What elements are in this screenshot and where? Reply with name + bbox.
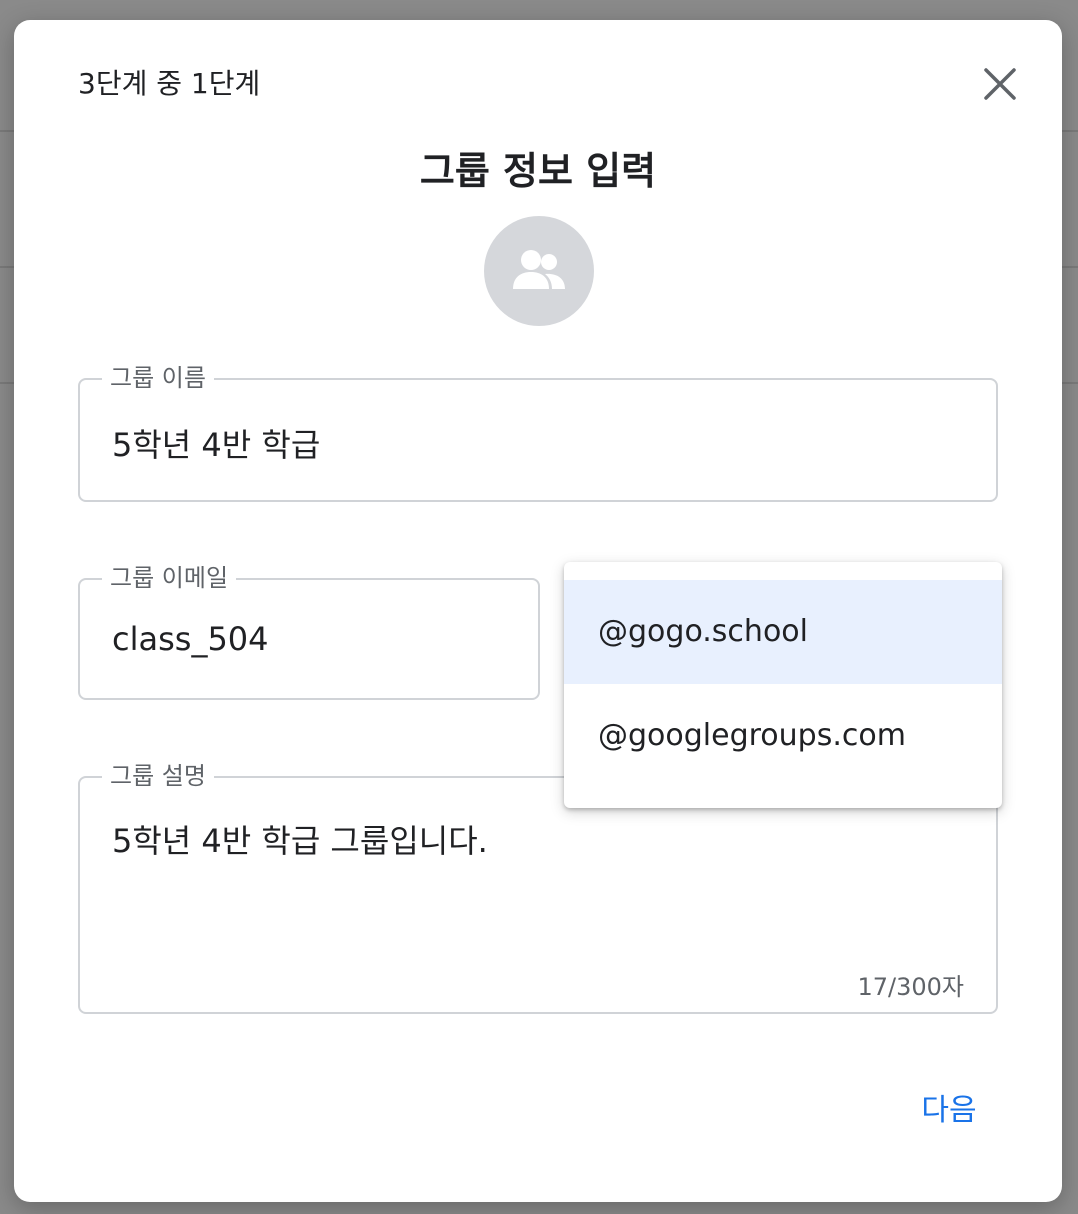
next-button[interactable]: 다음 bbox=[904, 1084, 994, 1138]
step-indicator: 3단계 중 1단계 bbox=[78, 67, 261, 100]
dialog-title: 그룹 정보 입력 bbox=[419, 149, 657, 193]
group-name-field[interactable]: 그룹 이름 5학년 4반 학급 bbox=[78, 364, 998, 502]
group-name-input[interactable]: 5학년 4반 학급 bbox=[112, 420, 320, 466]
group-icon bbox=[513, 250, 565, 289]
group-name-label: 그룹 이름 bbox=[102, 364, 214, 392]
group-email-label: 그룹 이메일 bbox=[102, 564, 237, 592]
group-description-input[interactable]: 5학년 4반 학급 그룹입니다. bbox=[112, 816, 488, 862]
group-description-field[interactable]: 그룹 설명 5학년 4반 학급 그룹입니다. 17/300자 bbox=[78, 762, 998, 1014]
character-counter: 17/300자 bbox=[857, 973, 964, 1001]
group-email-field[interactable]: 그룹 이메일 class_504 bbox=[78, 564, 540, 700]
group-avatar bbox=[484, 216, 594, 326]
create-group-dialog: 3단계 중 1단계 그룹 정보 입력 그룹 이름 5학년 4반 학급 그룹 이메… bbox=[14, 20, 1062, 1202]
group-email-input[interactable]: class_504 bbox=[112, 620, 269, 658]
domain-option-gogo-school[interactable]: @gogo.school bbox=[564, 580, 1002, 684]
close-icon bbox=[984, 68, 1016, 100]
domain-option-googlegroups[interactable]: @googlegroups.com bbox=[564, 684, 1002, 788]
group-description-label: 그룹 설명 bbox=[102, 762, 214, 790]
close-button[interactable] bbox=[972, 56, 1028, 112]
domain-dropdown-menu: @gogo.school @googlegroups.com bbox=[564, 562, 1002, 808]
